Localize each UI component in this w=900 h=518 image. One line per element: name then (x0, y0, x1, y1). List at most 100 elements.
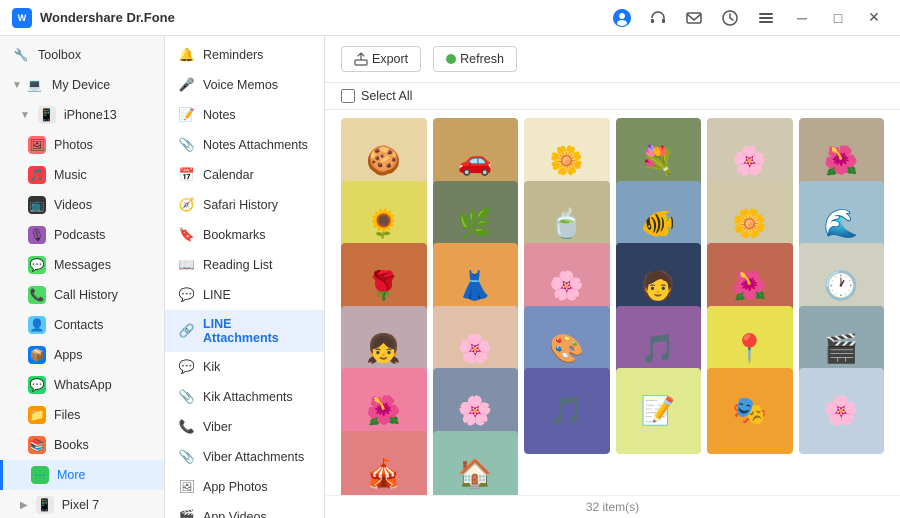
nav-item-kik[interactable]: 💬 Kik (165, 352, 324, 382)
photo-item-29[interactable]: 🎭 (707, 368, 793, 454)
nav-label-viber-attachments: Viber Attachments (203, 450, 304, 464)
app-title: Wondershare Dr.Fone (40, 10, 175, 25)
refresh-label: Refresh (460, 52, 504, 66)
nav-label-bookmarks: Bookmarks (203, 228, 266, 242)
photo-item-32[interactable]: 🏠 (433, 431, 519, 496)
nav-item-viber[interactable]: 📞 Viber (165, 412, 324, 442)
minimize-button[interactable]: ─ (788, 4, 816, 32)
sidebar-item-my-device[interactable]: ▼ 💻 My Device (0, 70, 164, 100)
sidebar-item-messages[interactable]: 💬 Messages (0, 250, 164, 280)
nav-item-bookmarks[interactable]: 🔖 Bookmarks (165, 220, 324, 250)
nav-label-notes: Notes (203, 108, 236, 122)
photo-item-31[interactable]: 🎪 (341, 431, 427, 496)
nav-item-calendar[interactable]: 📅 Calendar (165, 160, 324, 190)
nav-item-voice-memos[interactable]: 🎤 Voice Memos (165, 70, 324, 100)
nav-label-voice-memos: Voice Memos (203, 78, 278, 92)
export-button[interactable]: Export (341, 46, 421, 72)
export-label: Export (372, 52, 408, 66)
nav-label-line: LINE (203, 288, 231, 302)
nav-label-app-videos: App Videos (203, 510, 267, 518)
sidebar-label-photos: Photos (54, 138, 93, 152)
content-area: Export Refresh Select All 🍪🚗🌼💐🌸🌺🌻🌿🍵🐠🌼🌊🌹👗… (325, 36, 900, 518)
nav-label-safari-history: Safari History (203, 198, 278, 212)
sidebar-label-more: More (57, 468, 85, 482)
titlebar-right: ─ □ ✕ (608, 4, 888, 32)
photo-item-28[interactable]: 📝 (616, 368, 702, 454)
titlebar: W Wondershare Dr.Fone ─ □ ✕ (0, 0, 900, 36)
whatsapp-icon: 💬 (28, 376, 46, 394)
sidebar-item-more[interactable]: ⋯ More (0, 460, 164, 490)
refresh-status-icon (446, 54, 456, 64)
export-icon (354, 52, 368, 66)
select-all-row: Select All (325, 83, 900, 110)
line-icon: 💬 (179, 287, 195, 303)
sidebar-item-call-history[interactable]: 📞 Call History (0, 280, 164, 310)
refresh-button[interactable]: Refresh (433, 46, 517, 72)
sidebar-item-videos[interactable]: 📺 Videos (0, 190, 164, 220)
sidebar-label-books: Books (54, 438, 89, 452)
sidebar-item-photos[interactable]: 🖼 Photos (0, 130, 164, 160)
sidebar-item-files[interactable]: 📁 Files (0, 400, 164, 430)
files-icon: 📁 (28, 406, 46, 424)
sidebar-label-music: Music (54, 168, 87, 182)
nav-label-kik: Kik (203, 360, 220, 374)
nav-label-notes-attachments: Notes Attachments (203, 138, 308, 152)
nav-item-notes[interactable]: 📝 Notes (165, 100, 324, 130)
profile-icon[interactable] (608, 4, 636, 32)
sidebar-item-iphone13[interactable]: ▼ 📱 iPhone13 (0, 100, 164, 130)
titlebar-left: W Wondershare Dr.Fone (12, 8, 175, 28)
headset-icon[interactable] (644, 4, 672, 32)
mail-icon[interactable] (680, 4, 708, 32)
nav-item-safari-history[interactable]: 🧭 Safari History (165, 190, 324, 220)
sidebar-item-podcasts[interactable]: 🎙 Podcasts (0, 220, 164, 250)
iphone13-icon: 📱 (38, 106, 56, 124)
nav-label-viber: Viber (203, 420, 232, 434)
sidebar-label-toolbox: Toolbox (38, 48, 81, 62)
nav-item-app-videos[interactable]: 🎬 App Videos (165, 502, 324, 518)
chevron-right2-icon: ▶ (20, 500, 28, 511)
app-photos-icon: 🖼 (179, 479, 195, 495)
photo-item-27[interactable]: 🎵 (524, 368, 610, 454)
sidebar-item-toolbox[interactable]: 🔧 Toolbox (0, 40, 164, 70)
sidebar-item-contacts[interactable]: 👤 Contacts (0, 310, 164, 340)
safari-icon: 🧭 (179, 197, 195, 213)
nav-label-reminders: Reminders (203, 48, 263, 62)
nav-item-reading-list[interactable]: 📖 Reading List (165, 250, 324, 280)
nav-item-notes-attachments[interactable]: 📎 Notes Attachments (165, 130, 324, 160)
close-button[interactable]: ✕ (860, 4, 888, 32)
nav-label-calendar: Calendar (203, 168, 254, 182)
nav-label-app-photos: App Photos (203, 480, 268, 494)
sidebar-item-music[interactable]: 🎵 Music (0, 160, 164, 190)
videos-icon: 📺 (28, 196, 46, 214)
podcasts-icon: 🎙 (28, 226, 46, 244)
nav-item-kik-attachments[interactable]: 📎 Kik Attachments (165, 382, 324, 412)
messages-icon: 💬 (28, 256, 46, 274)
sidebar-label-pixel7: Pixel 7 (62, 498, 100, 512)
sidebar-label-podcasts: Podcasts (54, 228, 105, 242)
nav-item-app-photos[interactable]: 🖼 App Photos (165, 472, 324, 502)
app-videos-icon: 🎬 (179, 509, 195, 518)
nav-item-reminders[interactable]: 🔔 Reminders (165, 40, 324, 70)
maximize-button[interactable]: □ (824, 4, 852, 32)
menu-icon[interactable] (752, 4, 780, 32)
calendar-icon: 📅 (179, 167, 195, 183)
sidebar-item-whatsapp[interactable]: 💬 WhatsApp (0, 370, 164, 400)
chevron-right-icon: ▼ (20, 110, 30, 121)
nav-label-reading-list: Reading List (203, 258, 273, 272)
select-all-checkbox[interactable] (341, 89, 355, 103)
sidebar-item-apps[interactable]: 📦 Apps (0, 340, 164, 370)
contacts-icon: 👤 (28, 316, 46, 334)
sidebar-item-books[interactable]: 📚 Books (0, 430, 164, 460)
chevron-down-icon: ▼ (12, 80, 22, 91)
line-attach-icon: 🔗 (179, 323, 195, 339)
history-icon[interactable] (716, 4, 744, 32)
viber-attach-icon: 📎 (179, 449, 195, 465)
nav-item-line-attachments[interactable]: 🔗 LINE Attachments (165, 310, 324, 352)
notes-attach-icon: 📎 (179, 137, 195, 153)
sidebar-item-pixel7[interactable]: ▶ 📱 Pixel 7 (0, 490, 164, 518)
books-icon: 📚 (28, 436, 46, 454)
sidebar-label-files: Files (54, 408, 80, 422)
nav-item-line[interactable]: 💬 LINE (165, 280, 324, 310)
nav-item-viber-attachments[interactable]: 📎 Viber Attachments (165, 442, 324, 472)
photo-item-30[interactable]: 🌸 (799, 368, 885, 454)
